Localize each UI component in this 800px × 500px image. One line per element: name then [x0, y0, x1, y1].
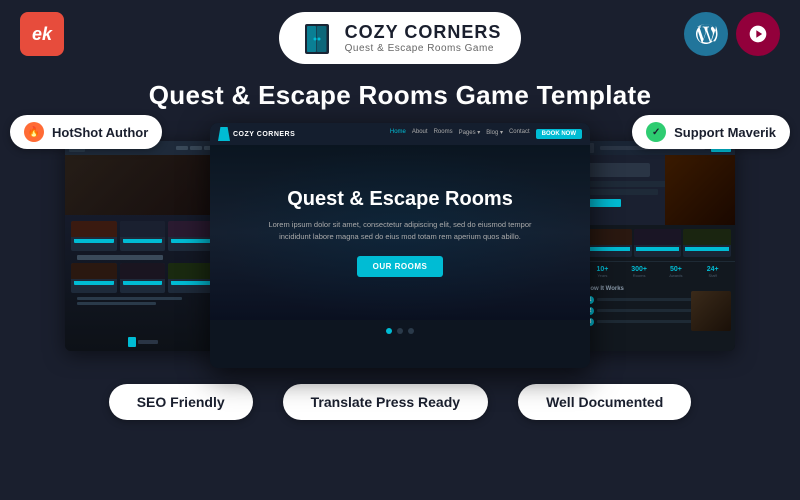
hero-title: Quest & Escape Rooms	[287, 188, 513, 211]
left-footer-logo	[128, 337, 158, 347]
nav-about: About	[412, 129, 428, 139]
center-brand-text: COZY CORNERS Quest & Escape Rooms Game	[345, 22, 502, 54]
left-text-lines	[71, 297, 214, 305]
header: ek COZY CORNERS Quest & Escape Rooms Gam…	[0, 0, 800, 76]
left-nav-item	[176, 146, 188, 150]
right-cta-bar	[586, 199, 621, 207]
right-stats: 10+ Years 300+ Rooms 50+ Awards 24+ Staf…	[580, 261, 735, 282]
well-documented-badge: Well Documented	[518, 384, 691, 420]
right-how-image	[691, 291, 731, 331]
translate-press-badge: Translate Press Ready	[283, 384, 488, 420]
left-section-title	[77, 255, 163, 260]
support-label: Support Maverik	[674, 125, 776, 140]
nav-pages: Pages ▾	[459, 129, 481, 139]
right-card-1	[584, 229, 632, 257]
stat-awards-num: 50+	[658, 266, 695, 273]
dot-1[interactable]	[386, 328, 392, 334]
seo-friendly-badge: SEO Friendly	[109, 384, 253, 420]
footer-logo-box	[128, 337, 136, 347]
center-brand-logo: COZY CORNERS Quest & Escape Rooms Game	[279, 12, 522, 64]
support-icon: ✓	[646, 122, 666, 142]
carousel-dots	[210, 320, 590, 342]
platform-logos	[684, 12, 780, 56]
brand-name: COZY CORNERS	[345, 22, 502, 43]
hotshot-author-badge[interactable]: 🔥 HotShot Author	[10, 115, 162, 149]
center-nav-logo-icon	[218, 127, 230, 141]
nav-blog: Blog ▾	[486, 129, 503, 139]
center-nav-items: Home About Rooms Pages ▾ Blog ▾ Contact …	[390, 129, 582, 139]
stat-staff-label: Staff	[694, 273, 731, 278]
right-cards	[580, 225, 735, 261]
hero-cta-btn[interactable]: OUR ROOMS	[357, 256, 444, 277]
ek-logo: ek	[20, 12, 64, 56]
left-hero-img	[65, 155, 220, 215]
center-hero: Quest & Escape Rooms Lorem ipsum dolor s…	[210, 145, 590, 320]
support-maverik-badge[interactable]: ✓ Support Maverik	[632, 115, 790, 149]
center-nav: COZY CORNERS Home About Rooms Pages ▾ Bl…	[210, 123, 590, 145]
screenshots-container: COZY CORNERS Home About Rooms Pages ▾ Bl…	[10, 123, 790, 368]
dot-2[interactable]	[397, 328, 403, 334]
right-hero-sub-2	[586, 189, 658, 195]
bottom-badges: SEO Friendly Translate Press Ready Well …	[0, 384, 800, 420]
left-hero	[65, 155, 220, 215]
stat-staff-num: 24+	[694, 266, 731, 273]
stat-rooms-label: Rooms	[621, 273, 658, 278]
center-nav-logo-text: COZY CORNERS	[233, 131, 295, 138]
hotshot-icon: 🔥	[24, 122, 44, 142]
main-content: 🔥 HotShot Author ✓ Support Maverik	[0, 123, 800, 368]
right-hero-img	[665, 155, 735, 225]
nav-book-btn[interactable]: BOOK NOW	[536, 129, 582, 139]
dot-3[interactable]	[408, 328, 414, 334]
right-card-3	[683, 229, 731, 257]
hero-desc: Lorem ipsum dolor sit amet, consectetur …	[260, 219, 540, 242]
stat-staff: 24+ Staff	[694, 266, 731, 278]
nav-rooms: Rooms	[434, 129, 453, 139]
right-hero-title-bar	[586, 163, 650, 177]
door-icon	[299, 20, 335, 56]
ek-logo-text: ek	[32, 24, 52, 45]
hotshot-label: HotShot Author	[52, 125, 148, 140]
stat-rooms: 300+ Rooms	[621, 266, 658, 278]
right-hero	[580, 155, 735, 225]
nav-home: Home	[390, 129, 406, 139]
stat-awards-label: Awards	[658, 273, 695, 278]
screenshot-left	[65, 141, 220, 351]
center-nav-logo: COZY CORNERS	[218, 127, 295, 141]
stat-rooms-num: 300+	[621, 266, 658, 273]
screenshot-right: BOOK	[580, 141, 735, 351]
brand-sub: Quest & Escape Rooms Game	[345, 43, 502, 54]
wordpress-icon	[684, 12, 728, 56]
page-title: Quest & Escape Rooms Game Template	[0, 80, 800, 111]
left-cards	[65, 215, 220, 313]
elementor-icon	[736, 12, 780, 56]
right-card-2	[634, 229, 682, 257]
left-nav-item	[190, 146, 202, 150]
stat-awards: 50+ Awards	[658, 266, 695, 278]
screenshot-center: COZY CORNERS Home About Rooms Pages ▾ Bl…	[210, 123, 590, 368]
nav-contact: Contact	[509, 129, 530, 139]
